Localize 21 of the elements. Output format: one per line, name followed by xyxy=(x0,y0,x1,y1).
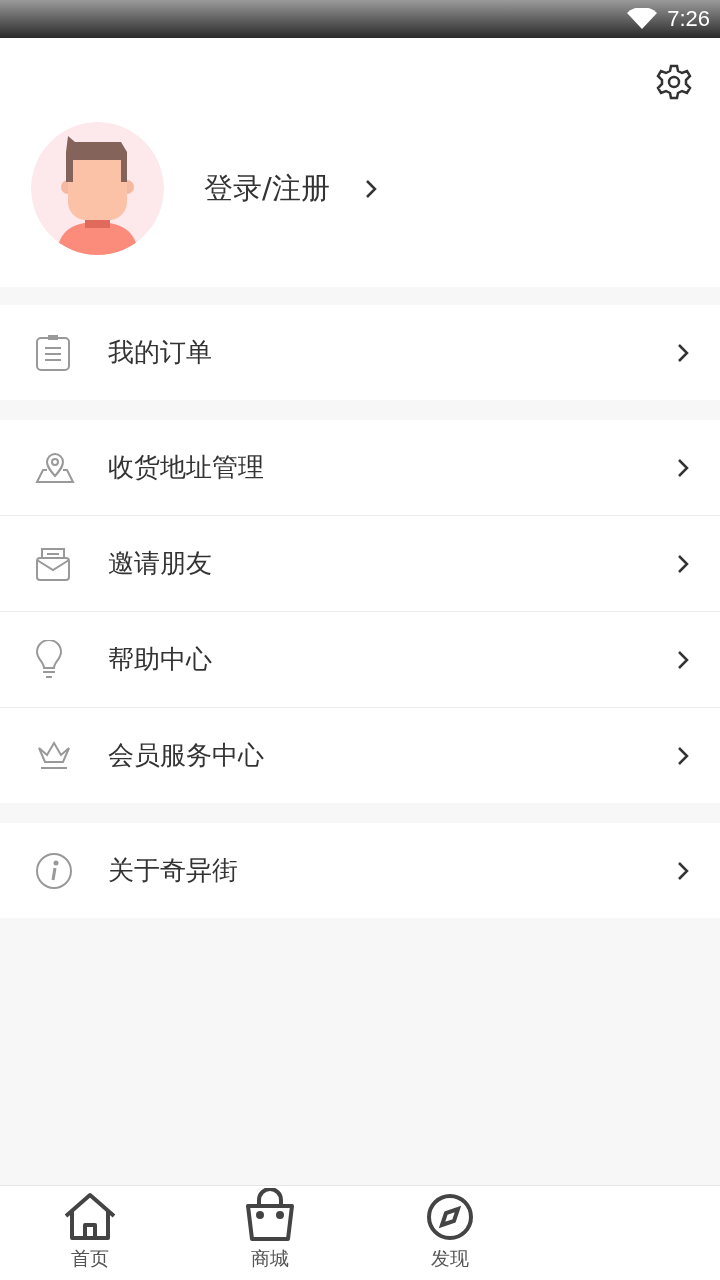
menu-item[interactable]: 帮助中心 xyxy=(0,612,720,708)
home-icon xyxy=(63,1192,117,1242)
wifi-icon xyxy=(627,8,658,30)
menu-item[interactable]: 会员服务中心 xyxy=(0,708,720,803)
chevron-right-icon xyxy=(676,341,690,364)
menu-item[interactable]: 关于奇异街 xyxy=(0,823,720,918)
menu-item[interactable]: 收货地址管理 xyxy=(0,420,720,516)
clipboard-icon xyxy=(35,333,71,372)
settings-icon[interactable] xyxy=(656,64,692,100)
chevron-right-icon xyxy=(363,177,378,200)
nav-tab[interactable]: 商城 xyxy=(180,1186,360,1280)
compass-icon xyxy=(425,1192,475,1242)
lightbulb-icon xyxy=(35,639,63,680)
shopping-bag-icon xyxy=(245,1188,295,1242)
menu-item[interactable]: 邀请朋友 xyxy=(0,516,720,612)
clock-time: 7:26 xyxy=(667,6,710,32)
login-register-link[interactable]: 登录/注册 xyxy=(204,168,378,209)
nav-tab[interactable]: 首页 xyxy=(0,1186,180,1280)
map-pin-icon xyxy=(35,451,75,484)
menu-item[interactable]: 我的订单 xyxy=(0,305,720,400)
nav-tab[interactable]: 发现 xyxy=(360,1186,540,1280)
